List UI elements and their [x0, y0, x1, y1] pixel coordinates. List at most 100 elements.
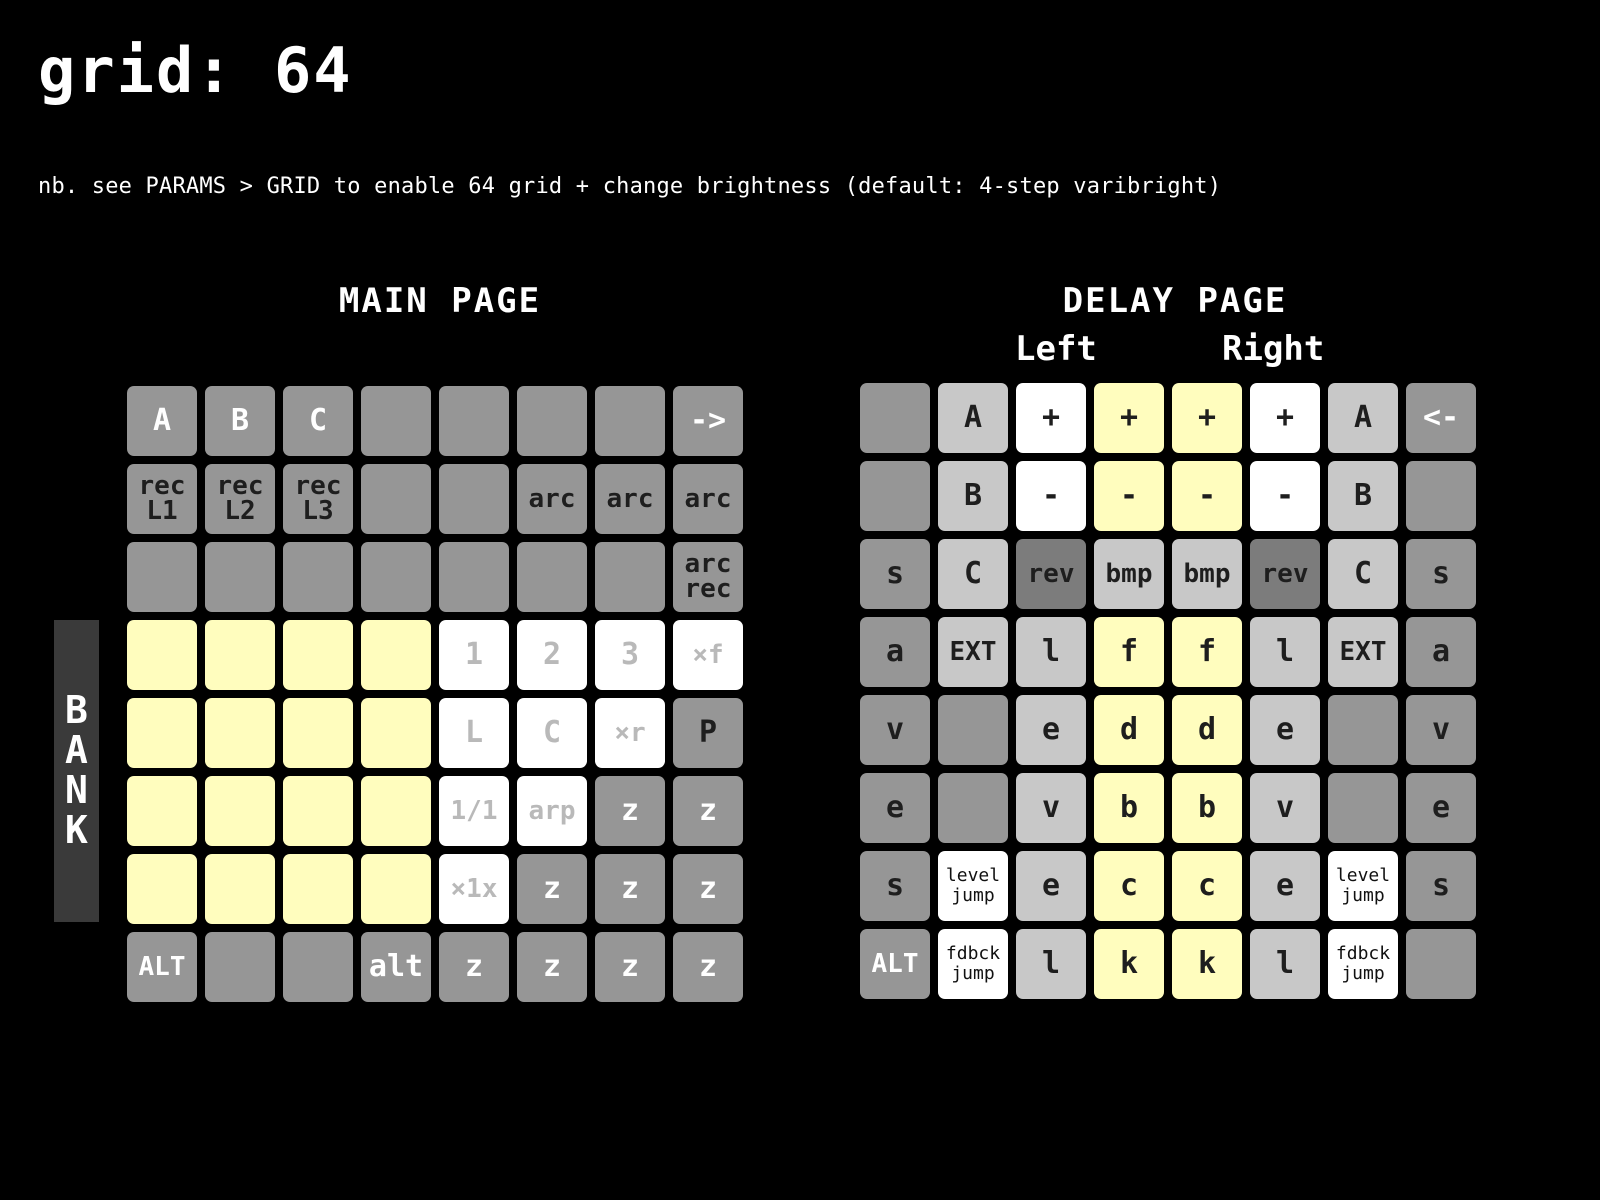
delay-pad-r6-c6[interactable]: v [1250, 773, 1320, 843]
main-pad-r1-c5[interactable] [439, 386, 509, 456]
delay-pad-r5-c2[interactable] [938, 695, 1008, 765]
delay-pad-r3-c1[interactable]: s [860, 539, 930, 609]
main-pad-r7-c3[interactable] [283, 854, 353, 924]
delay-pad-r6-c3[interactable]: v [1016, 773, 1086, 843]
delay-pad-r1-c6[interactable]: + [1250, 383, 1320, 453]
delay-pad-r5-c5[interactable]: d [1172, 695, 1242, 765]
main-pad-r5-c3[interactable] [283, 698, 353, 768]
main-pad-r3-c2[interactable] [205, 542, 275, 612]
main-pad-r3-c3[interactable] [283, 542, 353, 612]
delay-pad-r5-c8[interactable]: v [1406, 695, 1476, 765]
delay-pad-r4-c4[interactable]: f [1094, 617, 1164, 687]
delay-pad-r7-c8[interactable]: s [1406, 851, 1476, 921]
main-pad-r4-c7[interactable]: 3 [595, 620, 665, 690]
main-pad-r1-c2[interactable]: B [205, 386, 275, 456]
delay-pad-r4-c8[interactable]: a [1406, 617, 1476, 687]
main-pad-r8-c7[interactable]: z [595, 932, 665, 1002]
delay-pad-r8-c8[interactable] [1406, 929, 1476, 999]
delay-pad-r4-c2[interactable]: EXT [938, 617, 1008, 687]
delay-pad-r1-c7[interactable]: A [1328, 383, 1398, 453]
main-pad-r7-c8[interactable]: z [673, 854, 743, 924]
delay-pad-r3-c4[interactable]: bmp [1094, 539, 1164, 609]
delay-pad-r7-c2[interactable]: level jump [938, 851, 1008, 921]
main-pad-r1-c3[interactable]: C [283, 386, 353, 456]
main-pad-r3-c7[interactable] [595, 542, 665, 612]
delay-pad-r2-c5[interactable]: - [1172, 461, 1242, 531]
main-pad-r2-c5[interactable] [439, 464, 509, 534]
main-pad-r2-c7[interactable]: arc [595, 464, 665, 534]
main-pad-r6-c4[interactable] [361, 776, 431, 846]
delay-pad-r3-c2[interactable]: C [938, 539, 1008, 609]
main-pad-r3-c8[interactable]: arc rec [673, 542, 743, 612]
main-pad-r4-c4[interactable] [361, 620, 431, 690]
main-pad-r2-c8[interactable]: arc [673, 464, 743, 534]
delay-pad-r4-c6[interactable]: l [1250, 617, 1320, 687]
main-pad-r5-c5[interactable]: L [439, 698, 509, 768]
delay-pad-r8-c6[interactable]: l [1250, 929, 1320, 999]
delay-pad-r2-c1[interactable] [860, 461, 930, 531]
delay-pad-r2-c4[interactable]: - [1094, 461, 1164, 531]
main-pad-r8-c3[interactable] [283, 932, 353, 1002]
delay-pad-r7-c3[interactable]: e [1016, 851, 1086, 921]
main-pad-r6-c5[interactable]: 1/1 [439, 776, 509, 846]
main-pad-r2-c6[interactable]: arc [517, 464, 587, 534]
main-pad-r7-c2[interactable] [205, 854, 275, 924]
delay-pad-r3-c7[interactable]: C [1328, 539, 1398, 609]
delay-pad-r6-c2[interactable] [938, 773, 1008, 843]
main-pad-r5-c1[interactable] [127, 698, 197, 768]
delay-pad-r8-c4[interactable]: k [1094, 929, 1164, 999]
main-pad-r7-c7[interactable]: z [595, 854, 665, 924]
main-pad-r2-c3[interactable]: rec L3 [283, 464, 353, 534]
delay-pad-r6-c8[interactable]: e [1406, 773, 1476, 843]
delay-pad-r8-c5[interactable]: k [1172, 929, 1242, 999]
delay-pad-r2-c6[interactable]: - [1250, 461, 1320, 531]
delay-pad-r7-c1[interactable]: s [860, 851, 930, 921]
main-pad-r4-c8[interactable]: ×f [673, 620, 743, 690]
main-pad-r7-c6[interactable]: z [517, 854, 587, 924]
delay-pad-r3-c5[interactable]: bmp [1172, 539, 1242, 609]
delay-pad-r3-c8[interactable]: s [1406, 539, 1476, 609]
delay-pad-r8-c3[interactable]: l [1016, 929, 1086, 999]
main-pad-r8-c1[interactable]: ALT [127, 932, 197, 1002]
delay-pad-r5-c7[interactable] [1328, 695, 1398, 765]
main-pad-r5-c2[interactable] [205, 698, 275, 768]
delay-pad-r3-c6[interactable]: rev [1250, 539, 1320, 609]
main-pad-r6-c3[interactable] [283, 776, 353, 846]
main-pad-r5-c4[interactable] [361, 698, 431, 768]
delay-pad-r7-c4[interactable]: c [1094, 851, 1164, 921]
main-pad-r8-c8[interactable]: z [673, 932, 743, 1002]
delay-pad-r2-c3[interactable]: - [1016, 461, 1086, 531]
delay-pad-r1-c5[interactable]: + [1172, 383, 1242, 453]
main-pad-r4-c6[interactable]: 2 [517, 620, 587, 690]
delay-pad-r1-c1[interactable] [860, 383, 930, 453]
main-pad-r6-c8[interactable]: z [673, 776, 743, 846]
main-pad-r1-c7[interactable] [595, 386, 665, 456]
main-pad-r3-c6[interactable] [517, 542, 587, 612]
delay-pad-r4-c1[interactable]: a [860, 617, 930, 687]
delay-pad-r7-c7[interactable]: level jump [1328, 851, 1398, 921]
main-pad-r6-c1[interactable] [127, 776, 197, 846]
main-pad-r8-c4[interactable]: alt [361, 932, 431, 1002]
delay-pad-r2-c2[interactable]: B [938, 461, 1008, 531]
main-pad-r4-c2[interactable] [205, 620, 275, 690]
main-pad-r5-c8[interactable]: P [673, 698, 743, 768]
delay-pad-r6-c5[interactable]: b [1172, 773, 1242, 843]
main-pad-r4-c3[interactable] [283, 620, 353, 690]
main-pad-r7-c5[interactable]: ×1x [439, 854, 509, 924]
main-pad-r1-c6[interactable] [517, 386, 587, 456]
main-pad-r8-c6[interactable]: z [517, 932, 587, 1002]
delay-pad-r5-c6[interactable]: e [1250, 695, 1320, 765]
delay-pad-r4-c5[interactable]: f [1172, 617, 1242, 687]
main-pad-r1-c1[interactable]: A [127, 386, 197, 456]
delay-pad-r1-c2[interactable]: A [938, 383, 1008, 453]
main-pad-r1-c4[interactable] [361, 386, 431, 456]
delay-pad-r5-c1[interactable]: v [860, 695, 930, 765]
delay-pad-r8-c2[interactable]: fdbck jump [938, 929, 1008, 999]
main-pad-r6-c7[interactable]: z [595, 776, 665, 846]
main-pad-r3-c1[interactable] [127, 542, 197, 612]
main-pad-r7-c1[interactable] [127, 854, 197, 924]
delay-pad-r4-c3[interactable]: l [1016, 617, 1086, 687]
main-pad-r3-c4[interactable] [361, 542, 431, 612]
main-pad-r4-c1[interactable] [127, 620, 197, 690]
delay-pad-r1-c3[interactable]: + [1016, 383, 1086, 453]
